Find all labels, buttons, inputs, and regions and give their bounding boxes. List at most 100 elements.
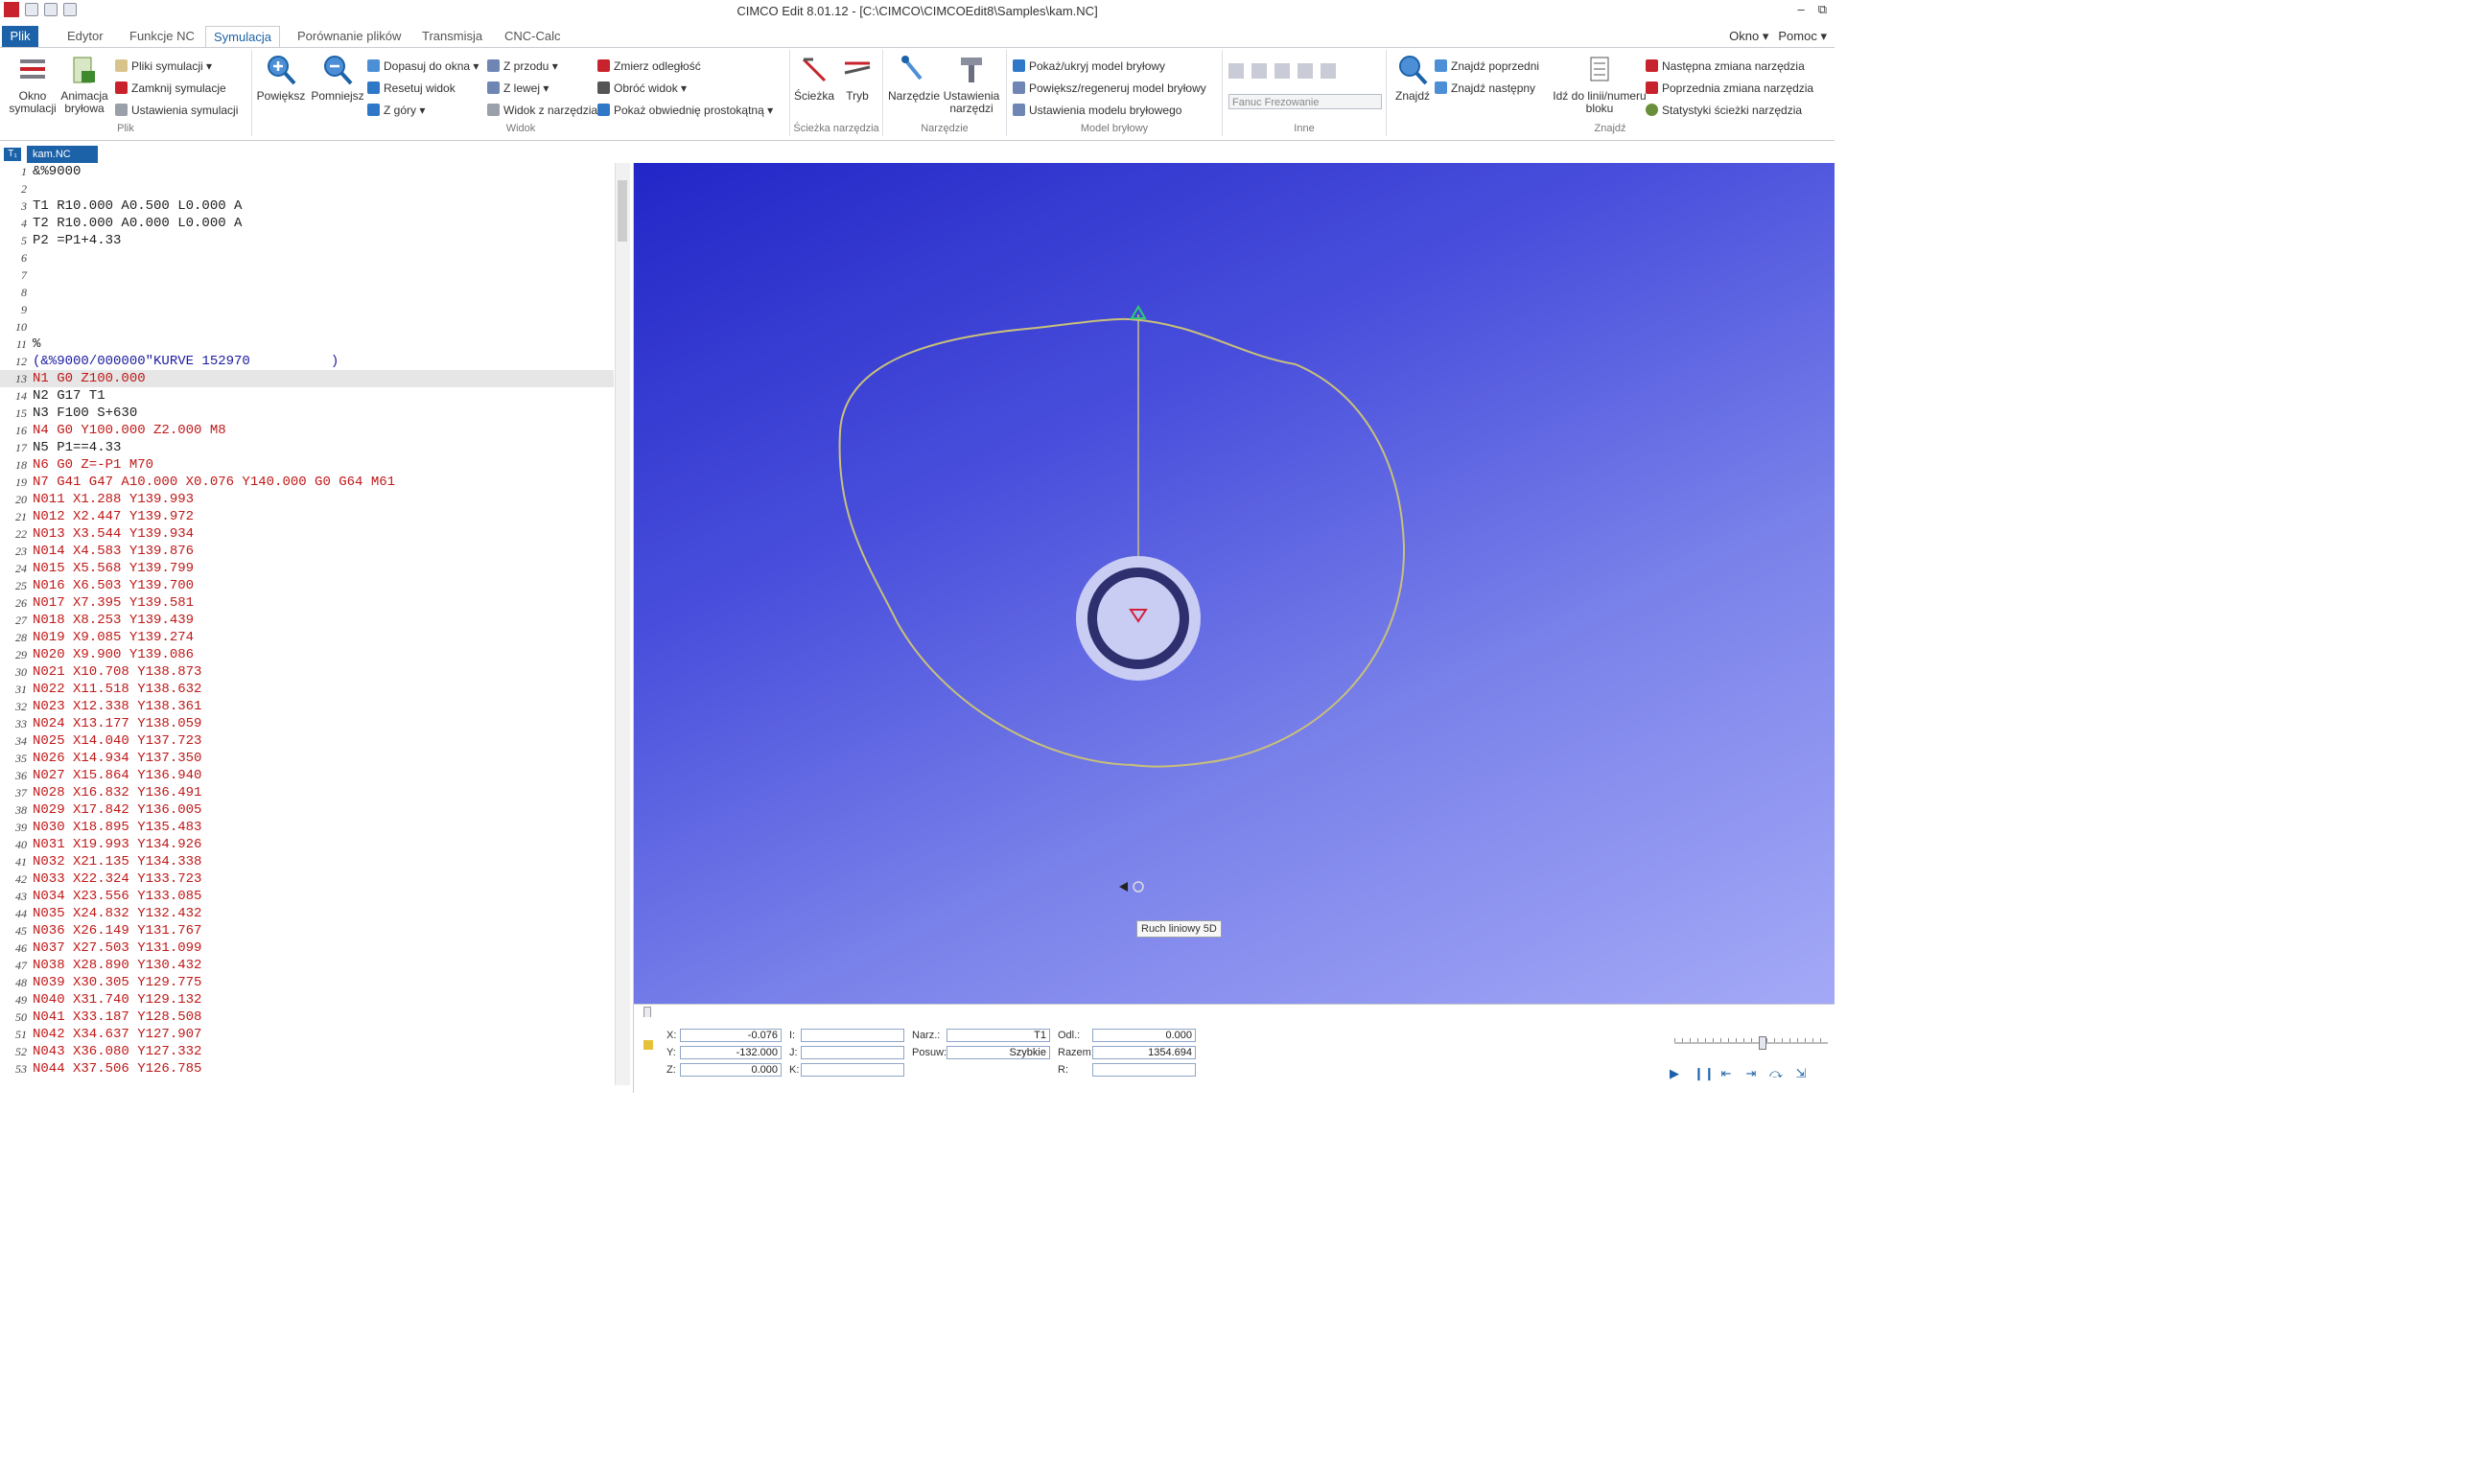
layer-icon[interactable]	[1251, 63, 1267, 79]
tab-cnc-calc[interactable]: CNC-Calc	[497, 26, 569, 47]
total-field[interactable]: 1354.694	[1092, 1046, 1196, 1059]
find-prev-button[interactable]: Znajdź poprzedni	[1435, 58, 1539, 75]
tool-button[interactable]: Narzędzie	[887, 54, 941, 103]
end-icon[interactable]: ⇲	[1793, 1066, 1809, 1081]
code-line[interactable]: 51 N042 X34.637 Y127.907	[0, 1026, 614, 1043]
code-line[interactable]: 10	[0, 318, 614, 336]
measure-button[interactable]: Zmierz odległość	[597, 58, 701, 75]
tool-view-button[interactable]: Widok z narzędzia	[487, 102, 597, 119]
tool-field[interactable]: T1	[947, 1029, 1050, 1042]
code-line[interactable]: 20 N011 X1.288 Y139.993	[0, 491, 614, 508]
code-line[interactable]: 26 N017 X7.395 Y139.581	[0, 594, 614, 612]
code-line[interactable]: 39 N030 X18.895 Y135.483	[0, 819, 614, 836]
next-tool-step-icon[interactable]: ⤼	[1768, 1066, 1784, 1081]
code-line[interactable]: 23 N014 X4.583 Y139.876	[0, 543, 614, 560]
tab-edytor[interactable]: Edytor	[59, 26, 111, 47]
distance-field[interactable]: 0.000	[1092, 1029, 1196, 1042]
code-line[interactable]: 33 N024 X13.177 Y138.059	[0, 715, 614, 732]
code-line[interactable]: 2	[0, 180, 614, 197]
doc-corner-icon[interactable]: T₁	[4, 148, 21, 161]
camera-icon[interactable]	[1321, 63, 1336, 79]
speed-slider-handle[interactable]	[1759, 1036, 1766, 1050]
bounding-box-button[interactable]: Pokaż obwiednię prostokątną ▾	[597, 102, 773, 119]
pause-icon[interactable]: ❙❙	[1694, 1066, 1715, 1081]
feed-field[interactable]: Szybkie	[947, 1046, 1050, 1059]
code-line[interactable]: 45 N036 X26.149 Y131.767	[0, 922, 614, 939]
y-field[interactable]: -132.000	[680, 1046, 782, 1059]
code-line[interactable]: 11%	[0, 336, 614, 353]
code-line[interactable]: 37 N028 X16.832 Y136.491	[0, 784, 614, 801]
code-line[interactable]: 38 N029 X17.842 Y136.005	[0, 801, 614, 819]
front-view-button[interactable]: Z przodu ▾	[487, 58, 558, 75]
editor-scrollbar[interactable]	[615, 163, 630, 1085]
left-view-button[interactable]: Z lewej ▾	[487, 80, 549, 97]
code-line[interactable]: 8	[0, 284, 614, 301]
code-line[interactable]: 5 P2 =P1+4.33	[0, 232, 614, 249]
code-line[interactable]: 41 N032 X21.135 Y134.338	[0, 853, 614, 870]
find-next-button[interactable]: Znajdź następny	[1435, 80, 1535, 97]
fit-window-button[interactable]: Dopasuj do okna ▾	[367, 58, 479, 75]
code-line[interactable]: 7	[0, 267, 614, 284]
x-field[interactable]: -0.076	[680, 1029, 782, 1042]
k-field[interactable]	[801, 1063, 904, 1077]
code-line[interactable]: 35 N026 X14.934 Y137.350	[0, 750, 614, 767]
code-line[interactable]: 46 N037 X27.503 Y131.099	[0, 939, 614, 957]
code-line[interactable]: 22 N013 X3.544 Y139.934	[0, 525, 614, 543]
solid-settings-button[interactable]: Ustawienia modelu bryłowego	[1013, 102, 1181, 119]
code-line[interactable]: 6	[0, 249, 614, 267]
machine-select[interactable]: Fanuc Frezowanie	[1228, 94, 1382, 109]
code-line[interactable]: 43 N034 X23.556 Y133.085	[0, 888, 614, 905]
code-line[interactable]: 1 &%9000	[0, 163, 614, 180]
grid-icon[interactable]	[1274, 63, 1290, 79]
code-line[interactable]: 15 N3 F100 S+630	[0, 405, 614, 422]
code-line[interactable]: 34 N025 X14.040 Y137.723	[0, 732, 614, 750]
sim-settings-button[interactable]: Ustawienia symulacji	[115, 102, 238, 119]
step-forward-icon[interactable]: ⇥	[1743, 1066, 1759, 1081]
scrollbar-thumb[interactable]	[618, 180, 627, 242]
step-back-icon[interactable]: ⇤	[1718, 1066, 1734, 1081]
next-tool-change-button[interactable]: Następna zmiana narzędzia	[1646, 58, 1805, 75]
code-line[interactable]: 40 N031 X19.993 Y134.926	[0, 836, 614, 853]
goto-line-button[interactable]: Idź do linii/numeru bloku	[1550, 54, 1649, 115]
play-icon[interactable]: ▶	[1667, 1066, 1682, 1081]
rotate-view-button[interactable]: Obróć widok ▾	[597, 80, 687, 97]
code-line[interactable]: 36 N027 X15.864 Y136.940	[0, 767, 614, 784]
code-line[interactable]: 9	[0, 301, 614, 318]
tab-plik[interactable]: Plik	[2, 26, 38, 47]
restore-button[interactable]: ⧉	[1818, 2, 1827, 17]
code-line[interactable]: 18 N6 G0 Z=-P1 M70	[0, 456, 614, 474]
tab-porownanie-plikow[interactable]: Porównanie plików	[290, 26, 409, 47]
okno-menu[interactable]: Okno ▾	[1729, 29, 1768, 44]
mirror-icon[interactable]	[1228, 63, 1244, 79]
solid-animation-button[interactable]: Animacja bryłowa	[59, 54, 109, 115]
pomoc-menu[interactable]: Pomoc ▾	[1778, 29, 1827, 44]
code-line[interactable]: 52 N043 X36.080 Y127.332	[0, 1043, 614, 1060]
j-field[interactable]	[801, 1046, 904, 1059]
code-line[interactable]: 16 N4 G0 Y100.000 Z2.000 M8	[0, 422, 614, 439]
code-line[interactable]: 44 N035 X24.832 Y132.432	[0, 905, 614, 922]
top-view-button[interactable]: Z góry ▾	[367, 102, 425, 119]
toolpath-button[interactable]: Ścieżka	[792, 54, 836, 103]
code-line[interactable]: 13 N1 G0 Z100.000	[0, 370, 614, 387]
code-line[interactable]: 28 N019 X9.085 Y139.274	[0, 629, 614, 646]
code-line[interactable]: 49 N040 X31.740 Y129.132	[0, 991, 614, 1009]
code-line[interactable]: 12 (&%9000/000000"KURVE 152970 )	[0, 353, 614, 370]
code-line[interactable]: 29 N020 X9.900 Y139.086	[0, 646, 614, 663]
regen-solid-button[interactable]: Powiększ/regeneruj model bryłowy	[1013, 80, 1206, 97]
code-line[interactable]: 31 N022 X11.518 Y138.632	[0, 681, 614, 698]
close-sim-button[interactable]: Zamknij symulacje	[115, 80, 226, 97]
doc-tab-kam[interactable]: kam.NC	[27, 146, 98, 163]
zoom-out-button[interactable]: Pomniejsz	[308, 54, 367, 103]
mode-button[interactable]: Tryb	[836, 54, 878, 103]
code-line[interactable]: 25 N016 X6.503 Y139.700	[0, 577, 614, 594]
code-line[interactable]: 50 N041 X33.187 Y128.508	[0, 1009, 614, 1026]
code-line[interactable]: 21 N012 X2.447 Y139.972	[0, 508, 614, 525]
code-line[interactable]: 14 N2 G17 T1	[0, 387, 614, 405]
code-line[interactable]: 53 N044 X37.506 Y126.785	[0, 1060, 614, 1078]
simulation-viewport[interactable]: Ruch liniowy 5D	[634, 163, 1835, 1004]
z-field[interactable]: 0.000	[680, 1063, 782, 1077]
code-line[interactable]: 32 N023 X12.338 Y138.361	[0, 698, 614, 715]
sim-files-button[interactable]: Pliki symulacji ▾	[115, 58, 212, 75]
code-line[interactable]: 48 N039 X30.305 Y129.775	[0, 974, 614, 991]
code-line[interactable]: 19 N7 G41 G47 A10.000 X0.076 Y140.000 G0 …	[0, 474, 614, 491]
